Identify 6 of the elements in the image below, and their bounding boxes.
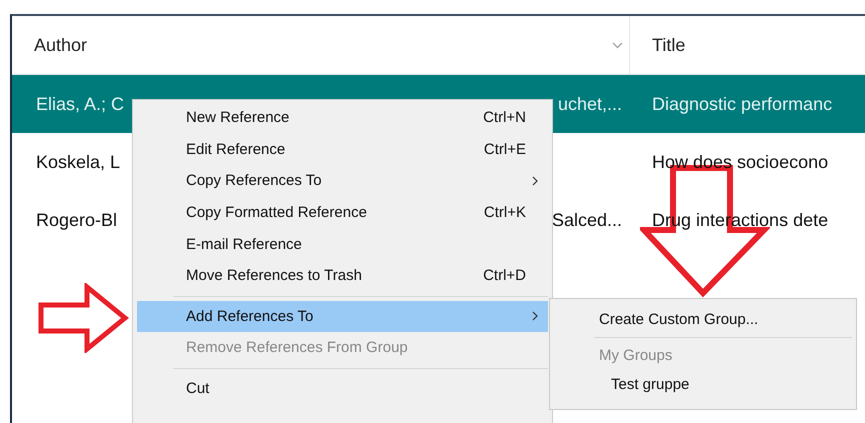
author-cell: Elias, A.; C <box>36 94 124 114</box>
author-cell: uchet,... <box>558 94 622 114</box>
group-header: My Groups <box>598 346 674 366</box>
author-cell: Koskela, L <box>36 152 120 172</box>
title-cell: Diagnostic performanc <box>652 94 832 114</box>
author-cell: Salced... <box>552 210 622 230</box>
